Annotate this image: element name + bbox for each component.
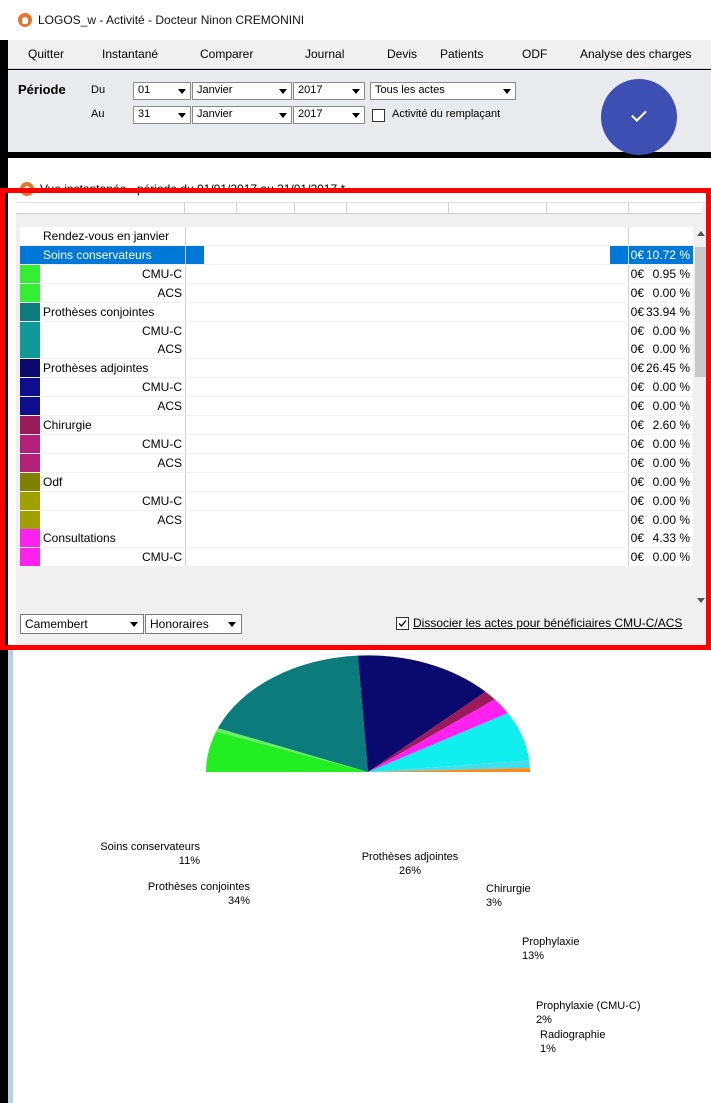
- pie-label-percent: 26%: [398, 865, 422, 877]
- pie-label-name: Prophylaxie: [522, 936, 580, 948]
- pie-label: Prophylaxie (CMU-C) 2%: [536, 999, 641, 1027]
- pie-label-percent: 1%: [540, 1043, 556, 1055]
- pie-label-name: Prophylaxie (CMU-C): [536, 1000, 641, 1012]
- pie-label: Radiographie 1%: [540, 1028, 605, 1056]
- pie-chart: [206, 655, 530, 772]
- pie-label-percent: 3%: [486, 897, 502, 909]
- pie-label-percent: 13%: [522, 950, 545, 962]
- pie-label: Prothèses conjointes 34%: [110, 880, 250, 908]
- pie-label: Prophylaxie 13%: [522, 935, 579, 963]
- pie-label-name: Prothèses conjointes: [147, 881, 250, 893]
- pie-label: Chirurgie 3%: [486, 882, 531, 910]
- pie-label-percent: 2%: [536, 1014, 552, 1026]
- pie-label: Prothèses adjointes 26%: [340, 850, 480, 878]
- pie-label-name: Radiographie: [540, 1029, 606, 1041]
- pie-label-name: Chirurgie: [486, 883, 531, 895]
- pie-label-percent: 34%: [227, 895, 250, 907]
- pie-label-name: Prothèses adjointes: [361, 851, 459, 863]
- pie-label: Soins conservateurs 11%: [60, 840, 200, 868]
- pie-label-name: Soins conservateurs: [100, 841, 200, 853]
- pie-label-percent: 11%: [178, 855, 200, 867]
